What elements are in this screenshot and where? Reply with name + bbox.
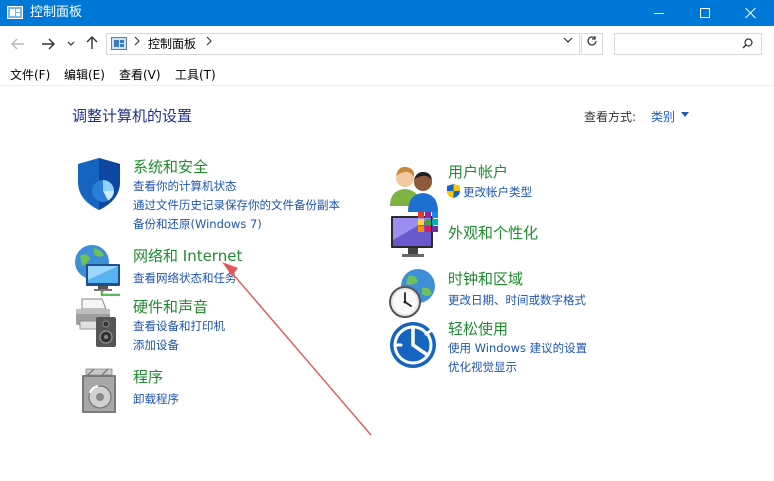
breadcrumb-control-panel[interactable]: 控制面板 (148, 37, 196, 52)
search-input[interactable] (619, 36, 737, 52)
breadcrumb-separator[interactable] (134, 36, 140, 49)
category-programs-title[interactable]: 程序 (133, 368, 163, 386)
dropdown-arrow-icon[interactable] (681, 112, 689, 117)
close-icon (745, 7, 757, 19)
chevron-right-icon (206, 36, 212, 46)
search-box[interactable] (614, 33, 762, 55)
back-button[interactable] (8, 36, 28, 54)
view-by-dropdown[interactable]: 类别 (651, 108, 675, 125)
forward-button[interactable] (38, 36, 58, 54)
category-network-internet-title[interactable]: 网络和 Internet (133, 247, 242, 265)
window-title: 控制面板 (30, 5, 83, 20)
arrow-left-icon (11, 38, 24, 50)
appearance-monitor-icon[interactable] (388, 210, 442, 264)
link-view-computer-status[interactable]: 查看你的计算机状态 (133, 179, 237, 193)
menu-view[interactable]: 查看(V) (119, 68, 161, 83)
address-bar[interactable]: 控制面板 (106, 33, 580, 55)
uac-shield-icon (447, 184, 460, 198)
control-panel-icon (111, 37, 127, 50)
menu-file[interactable]: 文件(F) (10, 68, 50, 83)
category-clock-region-title[interactable]: 时钟和区域 (448, 270, 523, 288)
address-dropdown-button[interactable] (563, 36, 573, 47)
refresh-icon (587, 36, 597, 46)
menu-edit[interactable]: 编辑(E) (64, 68, 105, 83)
link-change-account-type[interactable]: 更改帐户类型 (463, 185, 532, 199)
arrow-right-icon (42, 38, 55, 50)
link-file-history-backup[interactable]: 通过文件历史记录保存你的文件备份副本 (133, 198, 340, 212)
menu-tools[interactable]: 工具(T) (175, 68, 216, 83)
minimize-icon (654, 12, 664, 14)
title-bar: 控制面板 (0, 0, 774, 26)
link-change-date-time-format[interactable]: 更改日期、时间或数字格式 (448, 293, 586, 307)
link-optimize-visual-display[interactable]: 优化视觉显示 (448, 360, 517, 374)
minimize-button[interactable] (636, 0, 682, 26)
chevron-down-icon (563, 37, 573, 43)
clock-globe-icon[interactable] (388, 266, 442, 320)
printer-icon[interactable] (72, 295, 126, 349)
link-backup-restore[interactable]: 备份和还原(Windows 7) (133, 217, 262, 231)
breadcrumb-separator[interactable] (206, 36, 212, 49)
close-button[interactable] (728, 0, 774, 26)
maximize-button[interactable] (682, 0, 728, 26)
menu-bar: 文件(F) 编辑(E) 查看(V) 工具(T) (0, 64, 774, 86)
recent-locations-button[interactable] (64, 36, 78, 54)
programs-icon[interactable] (72, 365, 126, 419)
category-ease-of-access-title[interactable]: 轻松使用 (448, 320, 508, 338)
page-title: 调整计算机的设置 (72, 107, 193, 125)
category-appearance-title[interactable]: 外观和个性化 (448, 224, 538, 242)
search-icon[interactable] (742, 38, 753, 49)
maximize-icon (700, 8, 710, 18)
link-use-recommended-settings[interactable]: 使用 Windows 建议的设置 (448, 341, 587, 355)
control-panel-icon (7, 6, 23, 19)
view-by-label: 查看方式: (584, 110, 637, 124)
category-system-security-title[interactable]: 系统和安全 (133, 158, 208, 176)
refresh-button[interactable] (581, 33, 603, 55)
category-hardware-sound-title[interactable]: 硬件和声音 (133, 298, 208, 316)
category-user-accounts-title[interactable]: 用户帐户 (448, 163, 508, 181)
chevron-down-icon (67, 41, 75, 46)
up-button[interactable] (82, 36, 102, 54)
link-view-network-status[interactable]: 查看网络状态和任务 (133, 271, 237, 285)
chevron-right-icon (134, 36, 140, 46)
user-accounts-icon[interactable] (388, 162, 442, 216)
link-view-devices-printers[interactable]: 查看设备和打印机 (133, 319, 225, 333)
link-uninstall-program[interactable]: 卸载程序 (133, 392, 179, 406)
shield-icon[interactable] (72, 158, 126, 212)
network-globe-icon[interactable] (72, 242, 126, 296)
link-add-device[interactable]: 添加设备 (133, 338, 179, 352)
arrow-up-icon (86, 36, 98, 49)
navigation-bar: 控制面板 (0, 26, 774, 64)
ease-of-access-icon[interactable] (388, 320, 442, 374)
